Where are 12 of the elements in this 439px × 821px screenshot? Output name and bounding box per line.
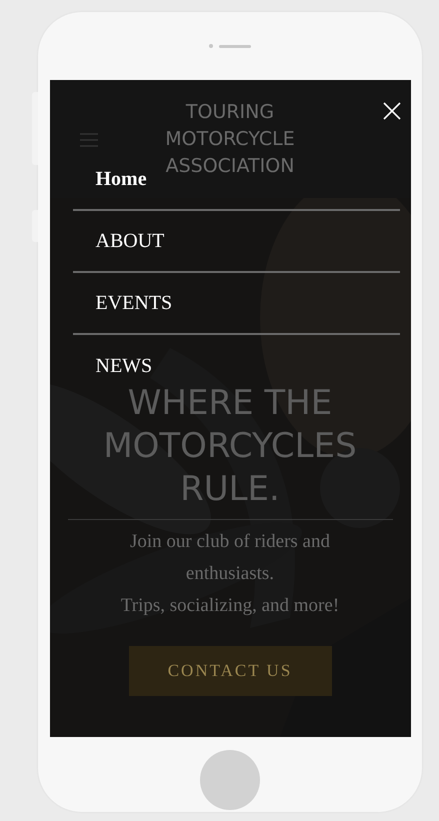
menu-item[interactable]: EVENTS [96, 292, 172, 314]
camera-dot [209, 44, 213, 48]
contact-button[interactable]: CONTACT US [128, 646, 332, 696]
close-icon[interactable] [382, 102, 400, 120]
menu-item[interactable]: ABOUT [96, 230, 164, 252]
hero-headline: WHERE THE MOTORCYCLES RULE. [103, 382, 357, 511]
hero-tagline: Join our club of riders and enthusiasts. Trips, socializing, and more! [120, 530, 340, 618]
menu-icon[interactable] [80, 133, 98, 147]
speaker-slot [219, 44, 251, 48]
site-title: TOURING MOTORCYCLE ASSOCIATION [165, 100, 295, 178]
menu-item[interactable]: NEWS [96, 354, 152, 378]
menu-item[interactable]: Home [96, 168, 147, 190]
